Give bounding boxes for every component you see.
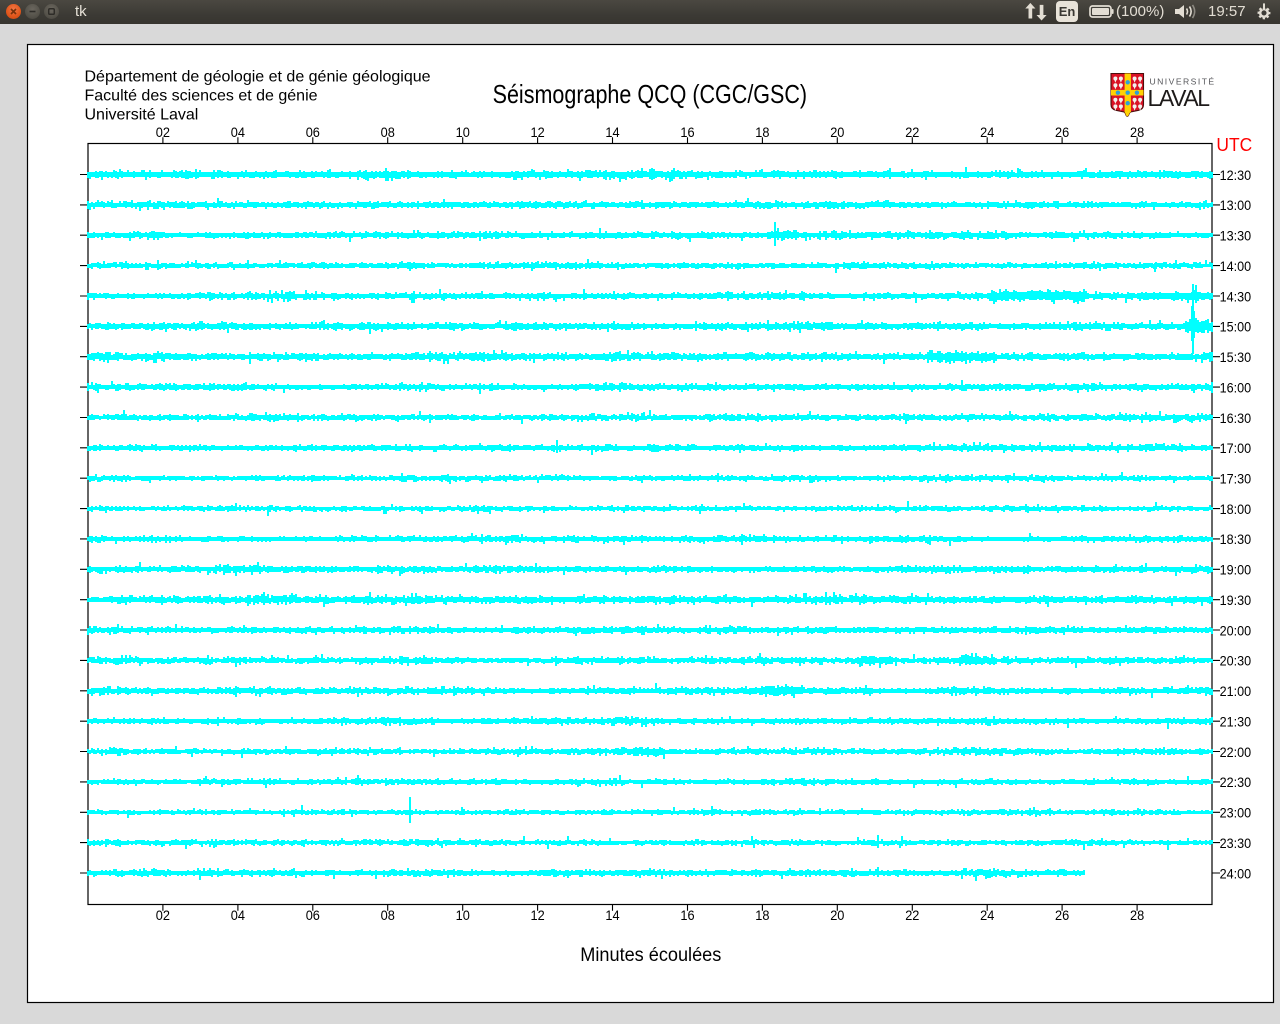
svg-text:UTC: UTC xyxy=(1216,134,1252,155)
svg-text:02: 02 xyxy=(156,124,170,140)
svg-text:21:00: 21:00 xyxy=(1220,683,1252,699)
svg-text:14: 14 xyxy=(605,907,619,923)
svg-text:17:30: 17:30 xyxy=(1220,471,1252,487)
svg-text:22: 22 xyxy=(905,907,919,923)
svg-text:22: 22 xyxy=(905,124,919,140)
svg-text:12: 12 xyxy=(531,124,545,140)
svg-text:20:00: 20:00 xyxy=(1220,622,1252,638)
svg-text:04: 04 xyxy=(231,124,245,140)
svg-text:13:30: 13:30 xyxy=(1220,228,1252,244)
svg-text:17:00: 17:00 xyxy=(1220,440,1252,456)
svg-text:12: 12 xyxy=(531,907,545,923)
svg-text:Minutes écoulées: Minutes écoulées xyxy=(580,944,721,966)
svg-text:22:00: 22:00 xyxy=(1220,744,1252,760)
svg-text:16:30: 16:30 xyxy=(1220,410,1252,426)
svg-text:14:00: 14:00 xyxy=(1220,258,1252,274)
svg-text:16:00: 16:00 xyxy=(1220,379,1252,395)
svg-text:19:30: 19:30 xyxy=(1220,592,1252,608)
svg-text:23:00: 23:00 xyxy=(1220,805,1252,821)
svg-text:19:00: 19:00 xyxy=(1220,562,1252,578)
svg-text:28: 28 xyxy=(1130,907,1144,923)
svg-text:13:00: 13:00 xyxy=(1220,197,1252,213)
svg-text:26: 26 xyxy=(1055,124,1069,140)
svg-text:02: 02 xyxy=(156,907,170,923)
svg-text:08: 08 xyxy=(381,907,395,923)
svg-text:10: 10 xyxy=(456,124,470,140)
svg-text:15:30: 15:30 xyxy=(1220,349,1252,365)
svg-text:14: 14 xyxy=(605,124,619,140)
svg-text:21:30: 21:30 xyxy=(1220,714,1252,730)
svg-text:06: 06 xyxy=(306,124,320,140)
svg-text:16: 16 xyxy=(680,907,694,923)
svg-text:20: 20 xyxy=(830,124,844,140)
svg-text:15:00: 15:00 xyxy=(1220,319,1252,335)
svg-text:18:00: 18:00 xyxy=(1220,501,1252,517)
svg-text:LAVAL: LAVAL xyxy=(1148,85,1211,111)
svg-text:04: 04 xyxy=(231,907,245,923)
svg-text:28: 28 xyxy=(1130,124,1144,140)
svg-text:Faculté des sciences et de gén: Faculté des sciences et de génie xyxy=(85,88,318,105)
svg-text:24: 24 xyxy=(980,124,994,140)
svg-text:24: 24 xyxy=(980,907,994,923)
svg-text:Département de géologie et de: Département de géologie et de génie géol… xyxy=(85,69,431,86)
svg-text:18: 18 xyxy=(755,124,769,140)
svg-text:23:30: 23:30 xyxy=(1220,835,1252,851)
svg-text:26: 26 xyxy=(1055,907,1069,923)
svg-text:06: 06 xyxy=(306,907,320,923)
svg-text:Séismographe QCQ (CGC/GSC): Séismographe QCQ (CGC/GSC) xyxy=(493,79,807,109)
svg-text:08: 08 xyxy=(381,124,395,140)
svg-text:10: 10 xyxy=(456,907,470,923)
svg-text:18: 18 xyxy=(755,907,769,923)
svg-text:16: 16 xyxy=(680,124,694,140)
svg-text:20: 20 xyxy=(830,907,844,923)
svg-text:24:00: 24:00 xyxy=(1220,865,1252,881)
svg-text:12:30: 12:30 xyxy=(1220,167,1252,183)
svg-text:Université Laval: Université Laval xyxy=(85,107,199,124)
svg-text:14:30: 14:30 xyxy=(1220,288,1252,304)
svg-text:22:30: 22:30 xyxy=(1220,774,1252,790)
svg-text:20:30: 20:30 xyxy=(1220,653,1252,669)
svg-text:18:30: 18:30 xyxy=(1220,531,1252,547)
